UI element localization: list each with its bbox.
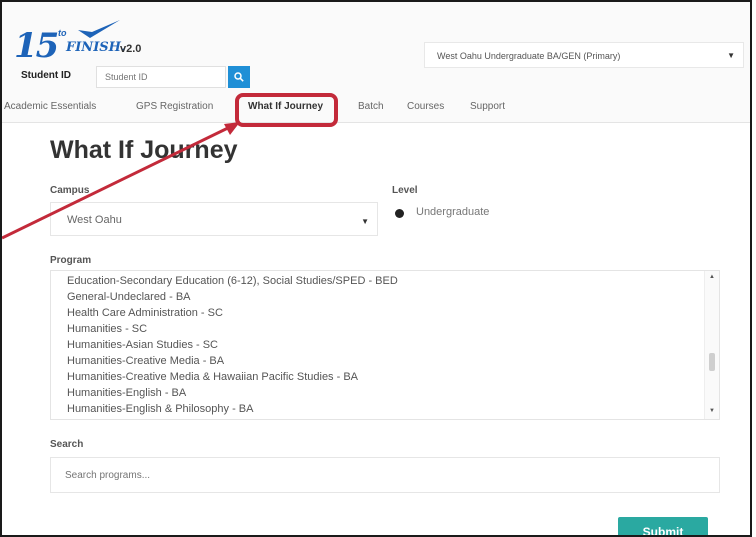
search-label: Search bbox=[50, 439, 84, 450]
list-item[interactable]: Humanities - SC bbox=[67, 323, 147, 335]
primary-program-select[interactable]: West Oahu Undergraduate BA/GEN (Primary)… bbox=[424, 42, 744, 68]
tab-courses[interactable]: Courses bbox=[407, 101, 444, 112]
list-item[interactable]: Health Care Administration - SC bbox=[67, 307, 223, 319]
checkmark-swoosh-icon bbox=[78, 20, 120, 38]
program-list[interactable]: Education-Secondary Education (6-12), So… bbox=[50, 270, 720, 420]
app-logo: 15 to FINISH. v2.0 bbox=[14, 18, 174, 66]
primary-program-value: West Oahu Undergraduate BA/GEN (Primary) bbox=[437, 51, 621, 61]
scroll-up-icon[interactable]: ▲ bbox=[709, 274, 715, 280]
logo-to: to bbox=[58, 28, 67, 38]
list-item[interactable]: Humanities-Creative Media - BA bbox=[67, 355, 224, 367]
scroll-down-icon[interactable]: ▼ bbox=[709, 408, 715, 414]
student-id-label: Student ID bbox=[21, 70, 71, 81]
logo-number: 15 bbox=[14, 26, 59, 66]
scrollbar-thumb[interactable] bbox=[709, 353, 715, 371]
level-label: Level bbox=[392, 185, 418, 196]
tab-batch[interactable]: Batch bbox=[358, 101, 384, 112]
screenshot-frame: 15 to FINISH. v2.0 Student ID West Oahu … bbox=[0, 0, 752, 537]
tab-academic-essentials[interactable]: Academic Essentials bbox=[4, 101, 96, 112]
search-icon bbox=[234, 72, 244, 82]
list-item[interactable]: Humanities-Creative Media & Hawaiian Pac… bbox=[67, 371, 358, 383]
program-label: Program bbox=[50, 255, 92, 266]
tab-support[interactable]: Support bbox=[470, 101, 505, 112]
campus-value: West Oahu bbox=[67, 214, 122, 226]
list-item[interactable]: General-Undeclared - BA bbox=[67, 291, 191, 303]
tab-gps-registration[interactable]: GPS Registration bbox=[136, 101, 213, 112]
student-id-input[interactable] bbox=[96, 66, 226, 88]
logo-version: v2.0 bbox=[120, 43, 142, 55]
annotation-highlight-box bbox=[235, 93, 338, 127]
list-item[interactable]: Humanities-Asian Studies - SC bbox=[67, 339, 218, 351]
app-header: 15 to FINISH. v2.0 Student ID West Oahu … bbox=[2, 2, 750, 123]
submit-button[interactable]: Submit bbox=[618, 517, 708, 535]
campus-label: Campus bbox=[50, 185, 90, 196]
caret-down-icon: ▼ bbox=[727, 51, 735, 60]
tab-bar: Academic Essentials GPS Registration Wha… bbox=[2, 98, 750, 123]
list-item[interactable]: Education-Secondary Education (6-12), So… bbox=[67, 275, 398, 287]
caret-down-icon: ▼ bbox=[361, 217, 369, 226]
list-item[interactable]: Humanities-English & Philosophy - BA bbox=[67, 403, 253, 415]
page-title: What If Journey bbox=[50, 136, 238, 164]
campus-select[interactable]: West Oahu ▼ bbox=[50, 202, 378, 236]
logo-finish: FINISH. bbox=[66, 40, 126, 55]
list-item[interactable]: Humanities-English - BA bbox=[67, 387, 186, 399]
level-radio-label: Undergraduate bbox=[416, 206, 490, 218]
level-radio-undergraduate[interactable] bbox=[395, 209, 404, 218]
program-list-scrollbar[interactable]: ▲ ▼ bbox=[704, 271, 719, 419]
search-programs-input[interactable] bbox=[50, 457, 720, 493]
student-search-button[interactable] bbox=[228, 66, 250, 88]
